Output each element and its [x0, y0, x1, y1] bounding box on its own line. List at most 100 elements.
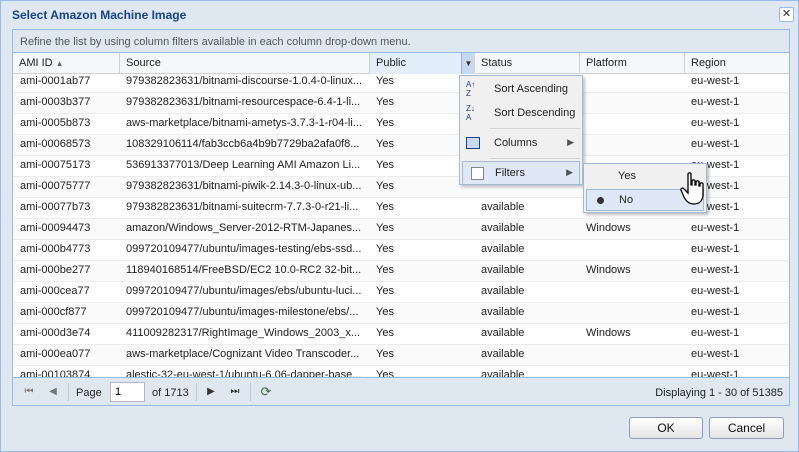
submenu-arrow-icon: ▶	[566, 167, 573, 177]
table-row[interactable]: ami-0001ab77 979382823631/bitnami-discou…	[13, 75, 789, 93]
cell-source: aws-marketplace/Cognizant Video Transcod…	[126, 348, 360, 360]
cell-platform: Windows	[586, 327, 631, 339]
column-header-status[interactable]: Status	[475, 53, 580, 74]
sort-ascending-icon: ▲	[55, 59, 64, 68]
grid-rows: ami-0001ab77 979382823631/bitnami-discou…	[13, 75, 789, 377]
cell-region: eu-west-1	[691, 264, 740, 276]
cell-public: Yes	[376, 306, 394, 318]
table-row[interactable]: ami-0003b377 979382823631/bitnami-resour…	[13, 93, 789, 114]
cell-ami-id: ami-00068573	[20, 138, 91, 150]
column-header-source-label: Source	[126, 57, 161, 69]
table-row[interactable]: ami-000cea77 099720109477/ubuntu/images/…	[13, 282, 789, 303]
cell-source: 536913377013/Deep Learning AMI Amazon Li…	[126, 159, 361, 171]
submenu-arrow-icon: ▶	[567, 137, 574, 147]
cell-status: available	[481, 306, 525, 318]
cell-region: eu-west-1	[691, 285, 740, 297]
table-row[interactable]: ami-000ea077 aws-marketplace/Cognizant V…	[13, 345, 789, 366]
cell-ami-id: ami-000cf877	[20, 306, 87, 318]
cell-source: 099720109477/ubuntu/images-milestone/ebs…	[126, 306, 359, 318]
menu-item-filters[interactable]: Filters ▶	[462, 161, 580, 185]
first-page-icon[interactable]: ⏮	[21, 384, 37, 400]
refresh-icon[interactable]: ⟳	[258, 384, 274, 400]
hand-cursor-icon	[680, 172, 704, 205]
select-ami-dialog: Select Amazon Machine Image ✕ Refine the…	[0, 0, 799, 452]
page-count-label: of 1713	[152, 387, 189, 399]
grid-header: AMI ID ▲ Source Public ▼ Status Platform …	[13, 53, 789, 74]
pager-separator	[68, 383, 69, 401]
table-row[interactable]: ami-00094473 amazon/Windows_Server-2012-…	[13, 219, 789, 240]
cell-public: Yes	[376, 222, 394, 234]
menu-item-columns[interactable]: Columns ▶	[462, 132, 580, 156]
menu-item-sort-descending-label: Sort Descending	[494, 107, 576, 119]
column-header-ami-id[interactable]: AMI ID ▲	[13, 53, 120, 74]
filters-checkbox[interactable]	[471, 167, 484, 180]
pager-separator	[250, 383, 251, 401]
cell-ami-id: ami-000b4773	[20, 243, 91, 255]
cell-source: 099720109477/ubuntu/images/ebs/ubuntu-lu…	[126, 285, 362, 297]
cancel-button[interactable]: Cancel	[709, 417, 784, 439]
table-row[interactable]: ami-000cf877 099720109477/ubuntu/images-…	[13, 303, 789, 324]
page-number-input[interactable]	[110, 382, 145, 402]
cell-ami-id: ami-00103874	[20, 369, 91, 377]
table-row[interactable]: ami-000be277 118940168514/FreeBSD/EC2 10…	[13, 261, 789, 282]
cell-ami-id: ami-000ea077	[20, 348, 91, 360]
column-menu-trigger-icon[interactable]: ▼	[461, 53, 475, 74]
column-dropdown-menu: A↑ Z Sort Ascending Z↓ A Sort Descending C…	[459, 75, 583, 185]
cell-public: Yes	[376, 348, 394, 360]
cell-source: 411009282317/RightImage_Windows_2003_x..…	[126, 327, 361, 339]
prev-page-icon[interactable]: ◀	[45, 384, 61, 400]
menu-item-sort-ascending-label: Sort Ascending	[494, 83, 568, 95]
cell-status: available	[481, 327, 525, 339]
cell-ami-id: ami-00075777	[20, 180, 91, 192]
cell-region: eu-west-1	[691, 327, 740, 339]
ami-grid-panel: Refine the list by using column filters …	[12, 29, 790, 406]
cell-region: eu-west-1	[691, 369, 740, 377]
cell-ami-id: ami-000cea77	[20, 285, 90, 297]
cell-ami-id: ami-000be277	[20, 264, 91, 276]
columns-icon	[466, 137, 480, 149]
cell-region: eu-west-1	[691, 222, 740, 234]
cell-source: 979382823631/bitnami-piwik-2.14.3-0-linu…	[126, 180, 362, 192]
close-icon[interactable]: ✕	[779, 7, 794, 22]
cell-source: amazon/Windows_Server-2012-RTM-Japanes..…	[126, 222, 362, 234]
cell-status: available	[481, 222, 525, 234]
menu-item-sort-descending[interactable]: Z↓ A Sort Descending	[462, 102, 580, 126]
column-header-region[interactable]: Region	[685, 53, 789, 74]
cell-source: 108329106114/fab3ccb6a4b9b7729ba2afa0f8.…	[126, 138, 360, 150]
menu-divider	[490, 128, 580, 129]
menu-divider	[490, 158, 580, 159]
column-header-public[interactable]: Public	[370, 53, 475, 74]
filter-option-no-label: No	[619, 194, 634, 206]
cell-public: Yes	[376, 96, 394, 108]
table-row[interactable]: ami-00103874 alestic-32-eu-west-1/ubuntu…	[13, 366, 789, 377]
cell-public: Yes	[376, 243, 394, 255]
page-label: Page	[76, 387, 102, 399]
column-header-source[interactable]: Source	[120, 53, 370, 74]
sort-descending-icon: Z↓ A	[466, 104, 475, 122]
menu-item-sort-ascending[interactable]: A↑ Z Sort Ascending	[462, 78, 580, 102]
cell-public: Yes	[376, 201, 394, 213]
table-row[interactable]: ami-000d3e74 411009282317/RightImage_Win…	[13, 324, 789, 345]
table-row[interactable]: ami-00068573 108329106114/fab3ccb6a4b9b7…	[13, 135, 789, 156]
ok-button[interactable]: OK	[629, 417, 703, 439]
cell-status: available	[481, 348, 525, 360]
next-page-icon[interactable]: ▶	[203, 384, 219, 400]
cell-platform: Windows	[586, 222, 631, 234]
table-row[interactable]: ami-0005b873 aws-marketplace/bitnami-ame…	[13, 114, 789, 135]
dialog-titlebar[interactable]: Select Amazon Machine Image ✕	[1, 1, 798, 29]
column-header-platform[interactable]: Platform	[580, 53, 685, 74]
cell-status: available	[481, 243, 525, 255]
column-header-region-label: Region	[691, 57, 726, 69]
cell-source: alestic-32-eu-west-1/ubuntu-6.06-dapper-…	[126, 369, 362, 377]
cell-ami-id: ami-0005b873	[20, 117, 91, 129]
cell-source: 099720109477/ubuntu/images-testing/ebs-s…	[126, 243, 362, 255]
column-header-ami-id-label: AMI ID	[19, 57, 53, 69]
cell-status: available	[481, 285, 525, 297]
cell-region: eu-west-1	[691, 117, 740, 129]
cell-region: eu-west-1	[691, 138, 740, 150]
table-row[interactable]: ami-000b4773 099720109477/ubuntu/images-…	[13, 240, 789, 261]
cell-source: aws-marketplace/bitnami-ametys-3.7.3-1-r…	[126, 117, 362, 129]
cell-public: Yes	[376, 285, 394, 297]
last-page-icon[interactable]: ⏭	[227, 384, 243, 400]
column-header-status-label: Status	[481, 57, 513, 69]
